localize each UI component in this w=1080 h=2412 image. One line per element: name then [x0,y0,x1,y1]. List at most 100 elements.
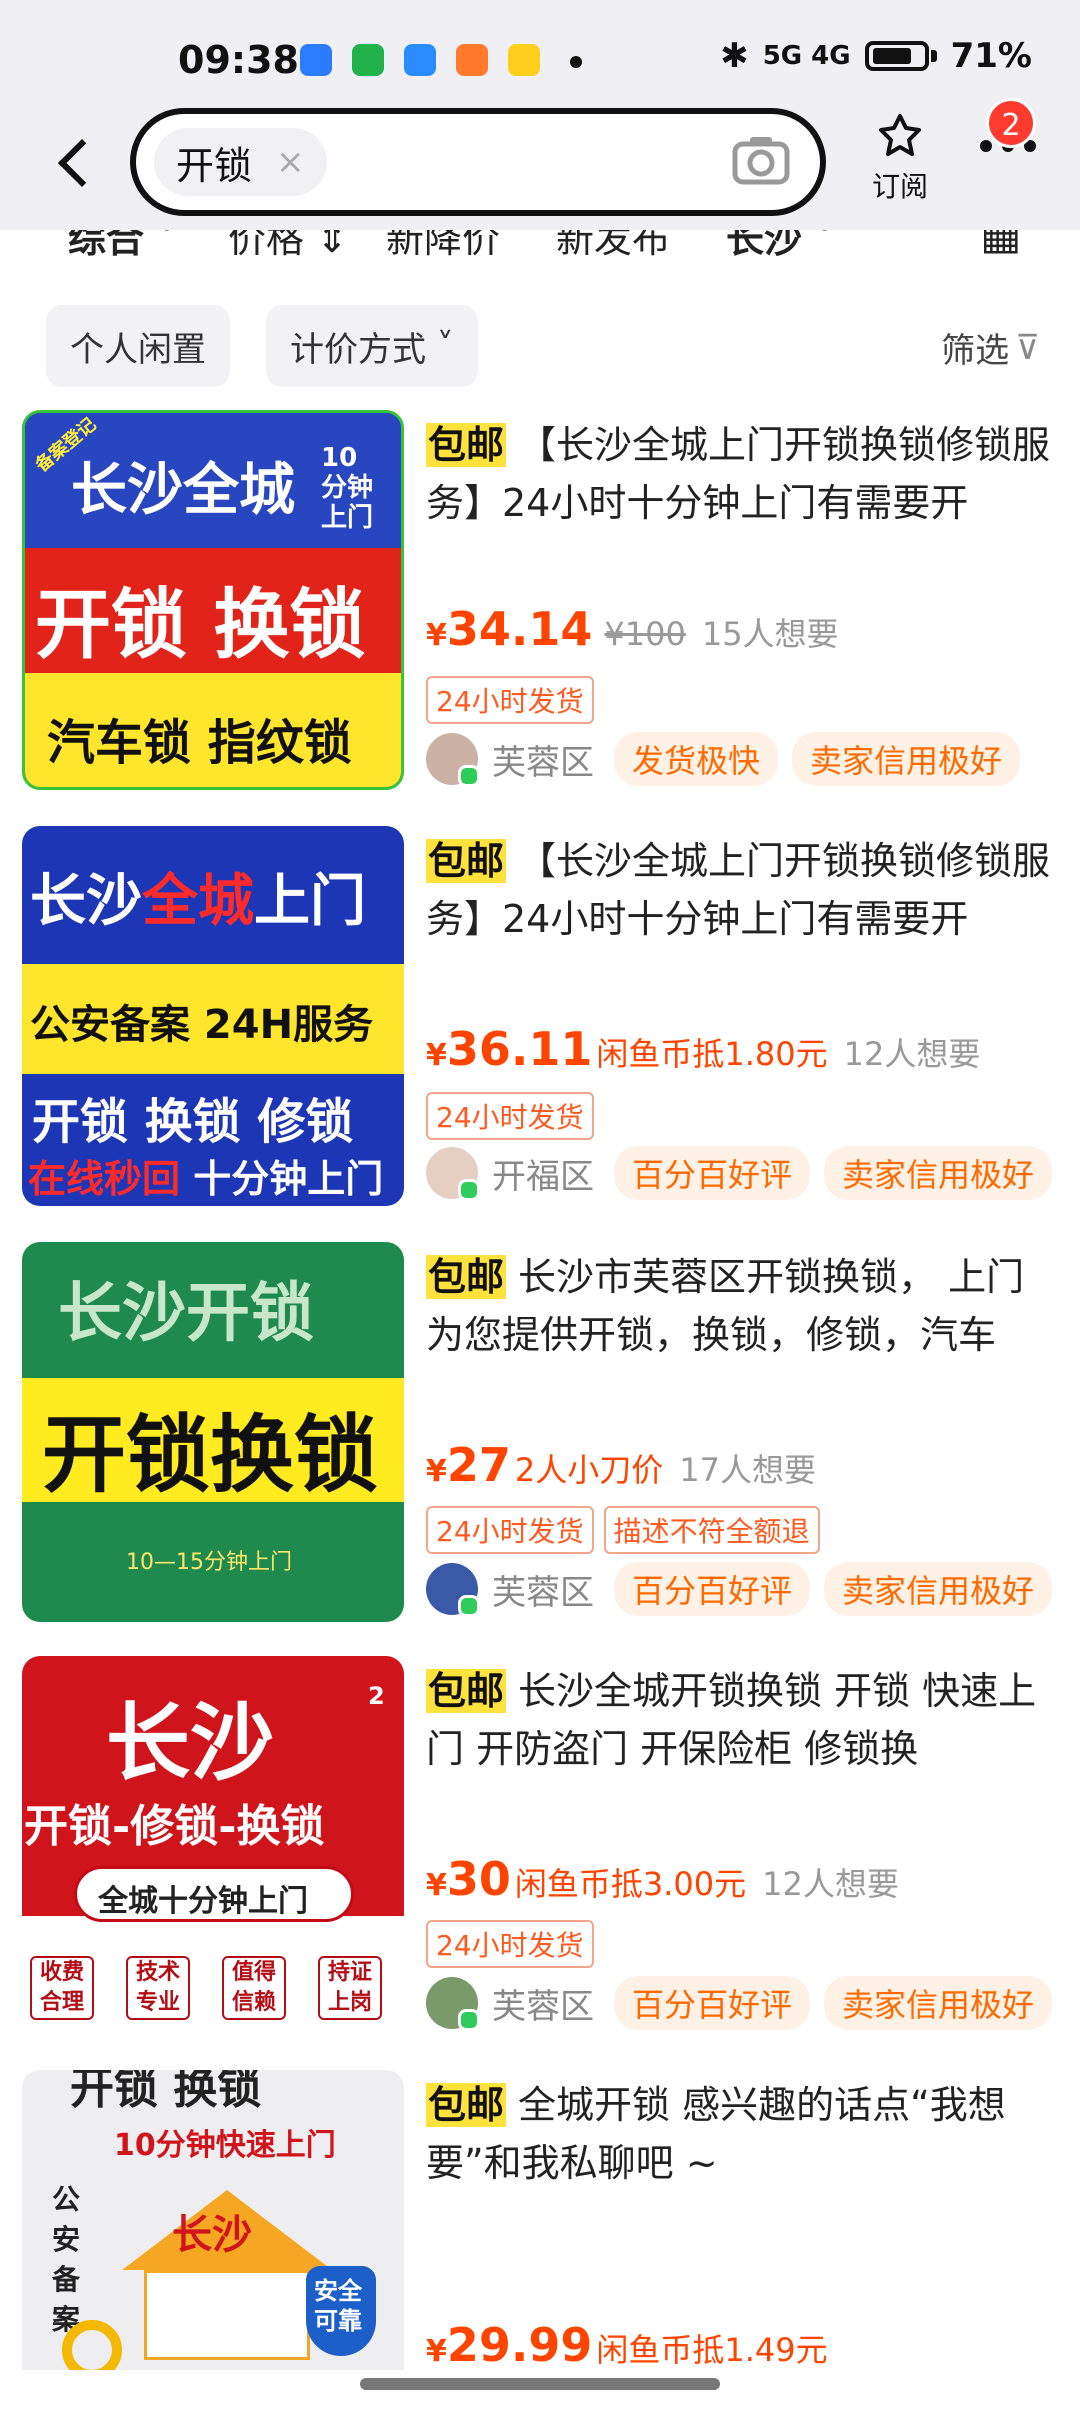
item-thumbnail[interactable]: 长沙全城 10分钟上门 备案登记 开锁 换锁 汽车锁 指纹锁 [22,410,404,790]
filter-button[interactable]: 筛选 ⊽ [941,323,1040,372]
search-box[interactable]: 开锁 × [130,108,826,216]
currency-symbol: ¥ [426,618,447,653]
avatar[interactable] [426,1563,480,1617]
list-item[interactable]: 2 长沙 开锁-修锁-换锁 全城十分钟上门 收费合理 技术专业 值得信赖 持证上… [0,1656,1080,2048]
thumb-badge: 收费合理 [30,1956,94,2020]
thumb-text: 长沙开锁 [58,1277,314,1351]
coin-discount: 闲鱼币抵1.49元 [596,2331,828,2369]
tab-newly-published[interactable]: 新发布 [556,230,670,263]
more-notifications-dot-icon [570,56,582,68]
seller-row[interactable]: 芙蓉区 百分百好评 卖家信用极好 [426,1976,1053,2031]
thumb-text: 开锁换锁 [42,1406,379,1504]
thumb-text: 开锁 换锁 修锁 [32,1094,354,1150]
search-query: 开锁 [176,143,253,188]
item-title[interactable]: 包邮 全城开锁 感兴趣的话点“我想要”和我私聊吧 ~ [426,2076,1056,2192]
thumb-text: 开锁 换锁 [35,580,366,669]
subscribe-label: 订阅 [871,170,928,203]
tab-price[interactable]: 价格 ⇕ [228,230,348,263]
thumb-text: 开锁 换锁 [70,2070,262,2114]
app-notification-icon [300,44,332,76]
grid-view-icon[interactable]: ▦ [980,230,1022,259]
avatar[interactable] [426,733,480,787]
seller-feature: 百分百好评 [614,1562,811,1616]
want-count: 12人想要 [762,1865,899,1903]
seller-row[interactable]: 开福区 百分百好评 卖家信用极好 [426,1146,1053,1201]
key-icon [62,2320,122,2370]
seller-district: 芙蓉区 [492,1986,594,2027]
seller-district: 芙蓉区 [492,1572,594,1613]
battery-icon [864,41,937,71]
item-thumbnail[interactable]: 2 长沙 开锁-修锁-换锁 全城十分钟上门 收费合理 技术专业 值得信赖 持证上… [22,1656,404,2036]
back-button[interactable] [40,128,110,198]
item-price: 36.11 [446,1022,593,1076]
thumb-text: 长沙 [172,2212,252,2258]
item-title[interactable]: 包邮 长沙全城开锁换锁 开锁 快速上门 开防盗门 开保险柜 修锁换 [426,1662,1056,1778]
filter-personal-idle[interactable]: 个人闲置 [46,305,230,387]
item-thumbnail[interactable]: 长沙开锁 开锁换锁 10—15分钟上门 [22,1242,404,1622]
currency-symbol: ¥ [426,1868,447,1903]
filter-row: 个人闲置 计价方式 ˅ 筛选 ⊽ [0,305,1080,387]
tab-comprehensive[interactable]: 综合 ˅ [68,230,176,263]
thumb-text: 10分钟上门 [321,443,374,533]
item-thumbnail[interactable]: 开锁 换锁 10分钟快速上门 公安备案 长沙 安全可靠 [22,2070,404,2370]
avatar[interactable] [426,1977,480,2031]
free-shipping-label: 包邮 [426,1255,507,1299]
search-query-chip[interactable]: 开锁 × [154,128,327,196]
seller-feature: 卖家信用极好 [792,732,1021,786]
shield-badge: 安全可靠 [306,2266,376,2356]
item-price: 29.99 [446,2318,593,2370]
currency-symbol: ¥ [426,2334,447,2369]
price-row: ¥ 29.99 闲鱼币抵1.49元 [426,2318,844,2370]
list-item[interactable]: 长沙全城上门 公安备案 24H服务 开锁 换锁 修锁 在线秒回 十分钟上门 包邮… [0,826,1080,1218]
seller-feature: 发货极快 [614,732,779,786]
item-tag: 24小时发货 [426,1092,594,1140]
tab-new-price-drop[interactable]: 新降价 [386,230,500,263]
funnel-icon: ⊽ [1015,327,1040,368]
thumb-badge: 技术专业 [126,1956,190,2020]
price-row: ¥ 27 2人小刀价 17人想要 [426,1438,816,1492]
app-notification-icon [404,44,436,76]
battery-level: 71% [950,36,1032,76]
thumb-badge: 值得信赖 [222,1956,286,2020]
avatar[interactable] [426,1147,480,1201]
free-shipping-label: 包邮 [426,839,507,883]
status-time: 09:38 [178,38,299,82]
seller-feature: 卖家信用极好 [824,1562,1053,1616]
currency-symbol: ¥ [426,1454,447,1489]
thumb-text: 开锁-修锁-换锁 [24,1801,325,1852]
notification-badge: 2 [986,98,1036,148]
home-indicator[interactable] [360,2378,720,2390]
clear-query-icon[interactable]: × [276,142,305,182]
currency-symbol: ¥ [426,1038,447,1073]
tab-location[interactable]: 长沙 ˅ [726,230,834,263]
back-arrow-icon [57,138,107,188]
filter-pricing-method[interactable]: 计价方式 ˅ [266,305,478,387]
status-right: ✱ 5G 4G 71% [720,36,1032,76]
item-title[interactable]: 包邮 长沙市芙蓉区开锁换锁， 上门为您提供开锁，换锁，修锁，汽车 [426,1248,1056,1364]
app-notification-icon [456,44,488,76]
item-tags: 24小时发货 [426,676,594,724]
list-item[interactable]: 开锁 换锁 10分钟快速上门 公安备案 长沙 安全可靠 包邮 全城开锁 感兴趣的话… [0,2070,1080,2370]
free-shipping-label: 包邮 [426,1669,507,1713]
free-shipping-label: 包邮 [426,423,507,467]
item-title[interactable]: 包邮 【长沙全城上门开锁换锁修锁服务】24小时十分钟上门有需要开 [426,832,1056,948]
item-title[interactable]: 包邮 【长沙全城上门开锁换锁修锁服务】24小时十分钟上门有需要开 [426,416,1056,532]
thumb-text: 公安备案 24H服务 [30,1002,374,1048]
coin-discount: 闲鱼币抵1.80元 [596,1035,828,1073]
item-tag: 描述不符全额退 [603,1506,820,1554]
thumb-text: 公安备案 [52,2183,81,2336]
item-thumbnail[interactable]: 长沙全城上门 公安备案 24H服务 开锁 换锁 修锁 在线秒回 十分钟上门 [22,826,404,1206]
list-item[interactable]: 长沙全城 10分钟上门 备案登记 开锁 换锁 汽车锁 指纹锁 包邮 【长沙全城上门… [0,410,1080,802]
list-item[interactable]: 长沙开锁 开锁换锁 10—15分钟上门 包邮 长沙市芙蓉区开锁换锁， 上门为您提供… [0,1242,1080,1634]
item-tag: 24小时发货 [426,1506,594,1554]
network-icon: 5G 4G [762,41,851,71]
seller-row[interactable]: 芙蓉区 百分百好评 卖家信用极好 [426,1562,1053,1617]
item-tags: 24小时发货 [426,1092,594,1140]
seller-row[interactable]: 芙蓉区 发货极快 卖家信用极好 [426,732,1021,787]
price-row: ¥ 34.14 ¥100 15人想要 [426,602,839,656]
subscribe-button[interactable]: 订阅 [862,112,938,205]
item-tag: 24小时发货 [426,676,594,724]
camera-icon[interactable] [732,134,790,186]
thumb-text: 10分钟快速上门 [114,2128,336,2163]
thumb-text: 在线秒回 十分钟上门 [28,1157,384,1201]
